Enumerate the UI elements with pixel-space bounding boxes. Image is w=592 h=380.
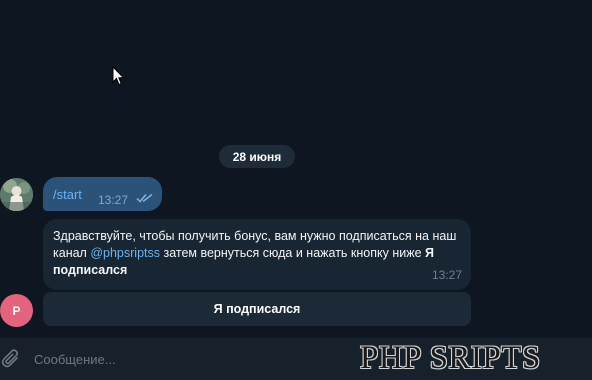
- user-avatar[interactable]: [0, 178, 33, 211]
- user-photo-icon: [0, 178, 33, 211]
- message-input[interactable]: [34, 347, 334, 371]
- incoming-message[interactable]: Здравствуйте, чтобы получить бонус, вам …: [43, 219, 471, 290]
- watermark-text: PHP SRIPTS: [360, 340, 541, 376]
- start-command-link[interactable]: /start: [53, 187, 82, 202]
- paperclip-icon[interactable]: [0, 348, 22, 370]
- bot-avatar-letter: P: [12, 303, 21, 318]
- message-time: 13:27: [98, 193, 129, 207]
- double-check-icon: [136, 193, 153, 203]
- message-time: 13:27: [431, 268, 462, 282]
- subscribed-button[interactable]: Я подписался: [43, 292, 471, 326]
- channel-mention-link[interactable]: @phpsriptss: [90, 246, 160, 260]
- date-separator: 28 июня: [219, 145, 295, 168]
- mouse-cursor-icon: [112, 66, 125, 86]
- message-text-continued: затем вернуться сюда и нажать кнопку ниж…: [160, 246, 425, 260]
- bot-avatar[interactable]: P: [0, 294, 33, 327]
- outgoing-message[interactable]: /start 13:27: [43, 177, 162, 211]
- chat-window: 28 июня /start 13:27 Здравствуйте, чтобы…: [0, 0, 592, 380]
